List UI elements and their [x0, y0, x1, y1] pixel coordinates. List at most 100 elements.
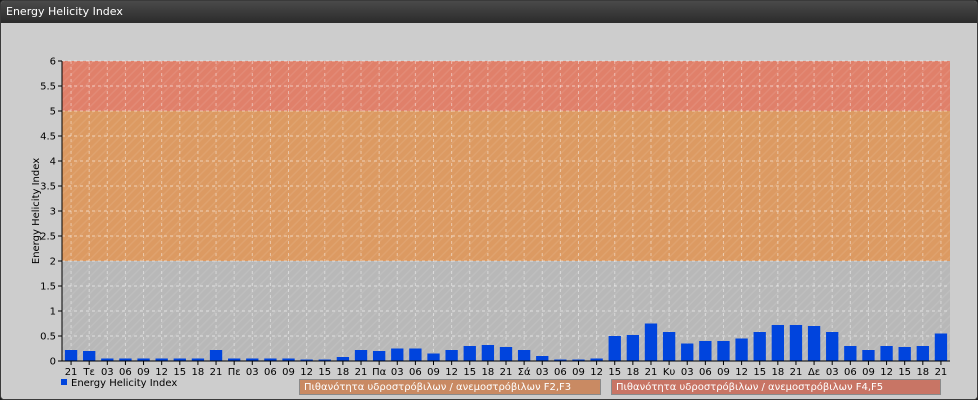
x-tick-label-4: 09 — [137, 367, 150, 378]
x-tick-label-46: 15 — [898, 367, 911, 378]
y-tick-label-8: 4 — [50, 157, 56, 168]
bar-24 — [499, 347, 513, 361]
x-tick-label-30: 15 — [608, 367, 621, 378]
x-tick-label-7: 18 — [192, 367, 205, 378]
bar-37 — [735, 338, 748, 361]
x-tick-label-44: 09 — [862, 367, 875, 378]
bar-18 — [391, 348, 404, 361]
x-tick-label-25: Σά — [518, 366, 531, 378]
legend-label-ehi: Energy Helicity Index — [71, 378, 177, 389]
x-tick-label-45: 12 — [880, 367, 893, 378]
x-tick-label-0: 21 — [65, 367, 78, 378]
x-tick-label-35: 06 — [699, 367, 712, 378]
x-tick-label-42: 03 — [826, 367, 839, 378]
bar-19 — [409, 348, 422, 361]
legend-f2f3[interactable]: Πιθανότητα υδροστρόβιλων / ανεμοστρόβιλω… — [299, 379, 601, 395]
y-tick-label-2: 1 — [50, 307, 56, 318]
x-tick-label-15: 18 — [337, 367, 350, 378]
x-tick-label-16: 21 — [355, 367, 368, 378]
bar-32 — [644, 323, 658, 361]
x-tick-label-10: 03 — [246, 367, 259, 378]
x-tick-label-39: 18 — [771, 367, 784, 378]
x-tick-label-2: 03 — [101, 367, 114, 378]
chart-window: Energy Helicity Index 0 0.5 1 1.5 2 2.5 3 3.5 4 4… — [0, 0, 978, 400]
x-tick-label-5: 12 — [155, 367, 168, 378]
bar-44 — [862, 350, 875, 361]
bar-1 — [83, 351, 96, 361]
bar-48 — [934, 333, 948, 361]
x-tick-label-38: 15 — [753, 367, 766, 378]
x-tick-label-13: 12 — [300, 367, 313, 378]
x-tick-label-48: 21 — [935, 367, 948, 378]
x-tick-label-31: 18 — [626, 367, 639, 378]
window-title: Energy Helicity Index — [1, 1, 977, 23]
y-tick-label-7: 3.5 — [40, 182, 56, 193]
x-tick-label-3: 06 — [119, 367, 132, 378]
y-tick-label-10: 5 — [50, 107, 56, 118]
x-tick-label-1: Τε — [82, 367, 95, 378]
bar-34 — [681, 343, 694, 361]
x-tick-label-17: Πα — [372, 367, 387, 378]
y-tick-label-11: 5.5 — [40, 82, 56, 93]
x-tick-label-6: 15 — [173, 367, 186, 378]
x-tick-label-34: 03 — [681, 367, 694, 378]
bar-36 — [717, 341, 730, 361]
y-tick-label-12: 6 — [50, 57, 56, 68]
x-tick-label-29: 12 — [590, 367, 603, 378]
bar-35 — [699, 341, 712, 361]
bar-38 — [753, 332, 766, 361]
bar-40 — [789, 325, 803, 361]
bar-21 — [445, 350, 458, 361]
x-tick-label-40: 21 — [790, 367, 803, 378]
y-tick-label-1: 0.5 — [40, 332, 56, 343]
y-tick-label-6: 3 — [50, 207, 56, 218]
x-tick-label-9: Πε — [228, 367, 241, 378]
x-tick-label-14: 15 — [318, 367, 331, 378]
x-tick-label-28: 09 — [572, 367, 585, 378]
legend-swatch-ehi — [61, 379, 67, 385]
x-tick-label-32: 21 — [645, 367, 658, 378]
bar-8 — [209, 350, 223, 361]
bar-30 — [608, 336, 621, 361]
chart-panel: 0 0.5 1 1.5 2 2.5 3 3.5 4 4.5 5 5.5 6 21 Τε 03 06 09 12 15 1… — [3, 23, 977, 399]
x-tick-label-43: 06 — [844, 367, 857, 378]
bar-15 — [336, 357, 350, 361]
bar-33 — [662, 332, 676, 361]
x-tick-label-26: 03 — [536, 367, 549, 378]
bar-0 — [64, 350, 78, 361]
bar-42 — [826, 332, 839, 361]
x-tick-label-21: 12 — [445, 367, 458, 378]
x-tick-label-36: 09 — [717, 367, 730, 378]
x-tick-label-22: 15 — [463, 367, 476, 378]
bar-41 — [807, 326, 821, 361]
bar-45 — [880, 346, 893, 361]
y-axis-label: Energy Helicity Index — [31, 158, 42, 264]
legend-f4f5[interactable]: Πιθανότητα υδροστρόβιλων / ανεμοστρόβιλω… — [611, 379, 941, 395]
x-tick-label-37: 12 — [735, 367, 748, 378]
bar-31 — [626, 335, 640, 361]
y-tick-label-3: 1.5 — [40, 282, 56, 293]
bar-20 — [427, 353, 440, 361]
bar-26 — [536, 356, 549, 361]
bar-47 — [916, 346, 929, 361]
x-tick-label-27: 06 — [554, 367, 567, 378]
x-tick-label-33: Κυ — [663, 367, 676, 378]
bar-17 — [372, 351, 386, 361]
y-tick-label-5: 2.5 — [40, 232, 56, 243]
y-tick-label-0: 0 — [50, 357, 56, 368]
bar-22 — [463, 346, 476, 361]
ehi-chart: 0 0.5 1 1.5 2 2.5 3 3.5 4 4.5 5 5.5 6 21 Τε 03 06 09 12 15 1… — [31, 57, 950, 389]
bar-39 — [771, 325, 784, 361]
bar-25 — [517, 350, 531, 361]
x-tick-label-47: 18 — [916, 367, 929, 378]
x-tick-label-24: 21 — [500, 367, 513, 378]
x-tick-label-11: 06 — [264, 367, 277, 378]
x-tick-label-12: 09 — [282, 367, 295, 378]
bar-16 — [354, 350, 368, 361]
legend-f2f3-label: Πιθανότητα υδροστρόβιλων / ανεμοστρόβιλω… — [304, 382, 572, 393]
x-tick-label-20: 09 — [427, 367, 440, 378]
y-tick-label-4: 2 — [50, 257, 56, 268]
x-tick-label-18: 03 — [391, 367, 404, 378]
y-tick-label-9: 4.5 — [40, 132, 56, 143]
x-tick-label-8: 21 — [210, 367, 223, 378]
